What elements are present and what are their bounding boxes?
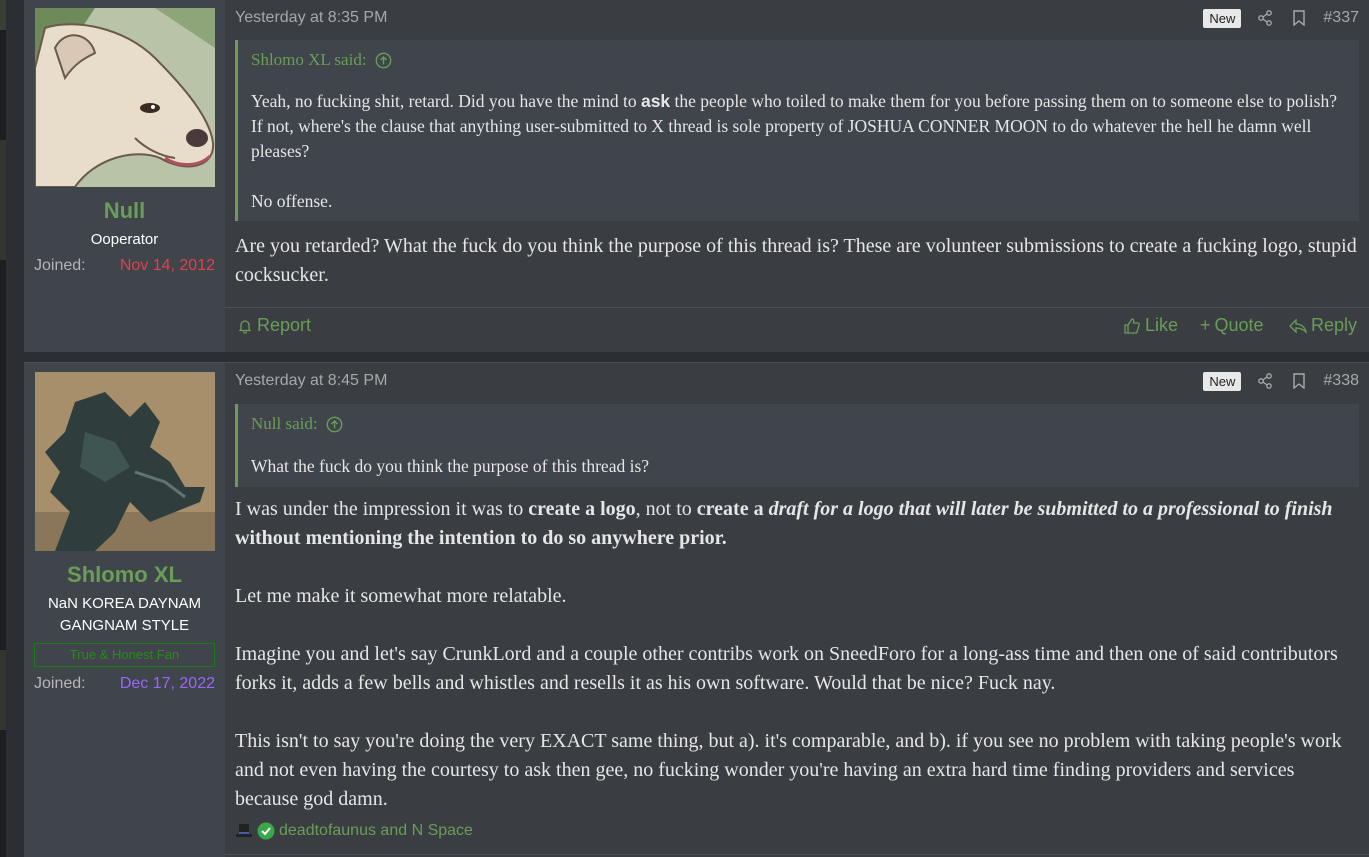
joined-label: Joined:	[34, 675, 86, 692]
quote-block: Null said: What the fuck do you think th…	[235, 404, 1359, 487]
like-button[interactable]: Like	[1123, 315, 1178, 336]
post-tools: New #337	[1203, 8, 1359, 28]
plus-icon: +	[1200, 315, 1211, 335]
gutter-decoration	[0, 0, 6, 30]
quote-paragraph: No offense.	[251, 191, 333, 211]
quote-author[interactable]: Shlomo XL said:	[251, 50, 392, 70]
post-337: Null Ooperator Joined: Nov 14, 2012 Yest…	[24, 0, 1369, 352]
jump-up-icon[interactable]	[326, 416, 343, 433]
jump-up-icon[interactable]	[375, 52, 392, 69]
user-sidebar: Null Ooperator Joined: Nov 14, 2012	[24, 0, 225, 352]
sculpture-avatar-icon	[35, 372, 215, 551]
report-button[interactable]: Report	[237, 315, 311, 336]
message-paragraph: Are you retarded? What the fuck do you t…	[235, 235, 1357, 286]
user-banner: True & Honest Fan	[34, 643, 215, 667]
user-title: NaN KOREA DAYNAM GANGNAM STYLE	[47, 595, 202, 634]
user-title: Ooperator	[90, 231, 159, 248]
gutter-decoration	[0, 650, 6, 730]
new-badge: New	[1203, 371, 1242, 391]
reply-icon	[1289, 317, 1307, 334]
post-number[interactable]: #337	[1323, 9, 1359, 27]
quote-author[interactable]: Null said:	[251, 414, 343, 434]
username[interactable]: Shlomo XL	[24, 562, 225, 588]
quote-paragraph: What the fuck do you think the purpose o…	[251, 456, 650, 476]
message-paragraph: This isn't to say you're doing the very …	[235, 730, 1342, 810]
divider	[225, 854, 1369, 855]
message-body: I was under the impression it was to cre…	[235, 495, 1359, 814]
divider	[225, 307, 1369, 308]
share-icon[interactable]	[1255, 371, 1275, 391]
avatar[interactable]	[35, 8, 215, 187]
post-date[interactable]: Yesterday at 8:35 PM	[235, 9, 387, 27]
quote-button[interactable]: + Quote	[1200, 315, 1264, 336]
bookmark-icon[interactable]	[1289, 371, 1309, 391]
reactions-bar[interactable]: deadtofaunus and N Space	[235, 822, 473, 840]
thumbs-up-icon	[1124, 317, 1140, 334]
joined-date: Nov 14, 2012	[119, 257, 215, 274]
share-icon[interactable]	[1255, 8, 1275, 28]
post-main: Yesterday at 8:45 PM New #338 Null said:…	[225, 363, 1369, 857]
quote-paragraph: Yeah, no fucking shit, retard. Did you h…	[251, 91, 1337, 161]
post-date[interactable]: Yesterday at 8:45 PM	[235, 372, 387, 390]
avatar[interactable]	[35, 372, 215, 551]
post-338: Shlomo XL NaN KOREA DAYNAM GANGNAM STYLE…	[24, 362, 1369, 857]
top-hat-reaction-icon	[236, 824, 252, 837]
joined-label: Joined:	[34, 257, 86, 274]
joined-date: Dec 17, 2022	[119, 675, 215, 692]
quote-body: What the fuck do you think the purpose o…	[251, 454, 1339, 479]
new-badge: New	[1203, 8, 1242, 28]
message-body: Are you retarded? What the fuck do you t…	[235, 232, 1359, 290]
message-paragraph: I was under the impression it was to cre…	[235, 498, 1333, 549]
post-main: Yesterday at 8:35 PM New #337 Shlomo XL …	[225, 0, 1369, 352]
reply-button[interactable]: Reply	[1289, 315, 1357, 336]
check-reaction-icon	[257, 822, 275, 840]
reaction-users[interactable]: deadtofaunus and N Space	[279, 822, 473, 840]
post-tools: New #338	[1203, 371, 1359, 391]
bookmark-icon[interactable]	[1289, 8, 1309, 28]
quote-author-text: Shlomo XL said:	[251, 50, 367, 69]
post-number[interactable]: #338	[1323, 372, 1359, 390]
quote-block: Shlomo XL said: Yeah, no fucking shit, r…	[235, 40, 1359, 221]
quote-body: Yeah, no fucking shit, retard. Did you h…	[251, 89, 1339, 214]
message-paragraph: Imagine you and let's say CrunkLord and …	[235, 643, 1338, 694]
username[interactable]: Null	[24, 198, 225, 224]
user-sidebar: Shlomo XL NaN KOREA DAYNAM GANGNAM STYLE…	[24, 363, 225, 857]
bell-icon	[238, 319, 252, 334]
gutter-decoration	[0, 140, 6, 260]
message-paragraph: Let me make it somewhat more relatable.	[235, 585, 567, 607]
quote-author-text: Null said:	[251, 414, 318, 433]
dog-avatar-icon	[35, 8, 215, 187]
